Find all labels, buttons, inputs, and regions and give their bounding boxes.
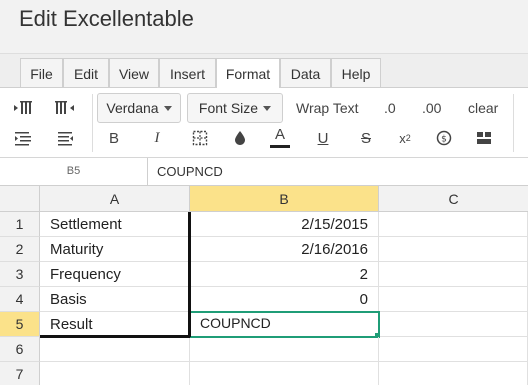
title-bar: Edit Excellentable <box>0 0 528 54</box>
bold-button[interactable]: B <box>103 127 125 149</box>
fill-color-icon[interactable] <box>229 127 251 149</box>
indent-increase-icon[interactable] <box>10 96 36 120</box>
format-toolbar: Verdana Font Size Wrap Text .0 .00 clear… <box>0 88 528 158</box>
spreadsheet-grid: A B C 1 Settlement 2/15/2015 2 Maturity … <box>0 186 528 385</box>
column-header-a[interactable]: A <box>40 186 190 212</box>
row-header-2[interactable]: 2 <box>0 237 40 262</box>
cell-c1[interactable] <box>379 212 528 237</box>
menu-bar: File Edit View Insert Format Data Help <box>0 54 528 89</box>
toolbar-divider <box>92 94 93 152</box>
font-size-dropdown[interactable]: Font Size <box>187 93 283 123</box>
menu-tab-view[interactable]: View <box>109 58 159 88</box>
font-family-dropdown[interactable]: Verdana <box>97 93 181 123</box>
cell-a2[interactable]: Maturity <box>40 237 190 262</box>
svg-text:$: $ <box>441 135 447 145</box>
cell-c2[interactable] <box>379 237 528 262</box>
cell-c4[interactable] <box>379 287 528 312</box>
select-all-corner[interactable] <box>0 186 40 212</box>
formula-input[interactable]: COUPNCD <box>150 158 528 185</box>
row-header-1[interactable]: 1 <box>0 212 40 237</box>
indent-decrease-icon[interactable] <box>52 96 78 120</box>
cell-a1[interactable]: Settlement <box>40 212 190 237</box>
cell-c3[interactable] <box>379 262 528 287</box>
cell-a3[interactable]: Frequency <box>40 262 190 287</box>
decrease-decimal-button[interactable]: .0 <box>384 100 396 116</box>
window-title: Edit Excellentable <box>19 6 194 31</box>
wrap-text-button[interactable]: Wrap Text <box>296 100 359 116</box>
row-header-6[interactable]: 6 <box>0 337 40 362</box>
cell-a7[interactable] <box>40 362 190 385</box>
row-header-7[interactable]: 7 <box>0 362 40 385</box>
align-right-outdent-icon[interactable] <box>52 126 78 150</box>
cell-b2[interactable]: 2/16/2016 <box>190 237 379 262</box>
menu-tab-edit[interactable]: Edit <box>63 58 109 88</box>
superscript-button[interactable]: x2 <box>394 127 416 149</box>
cell-b7[interactable] <box>190 362 379 385</box>
cell-c6[interactable] <box>379 337 528 362</box>
text-color-swatch <box>270 145 290 148</box>
currency-format-icon[interactable]: $ <box>433 127 455 149</box>
range-border-bottom <box>40 335 190 338</box>
text-color-label: A <box>274 126 285 143</box>
font-size-value: Font Size <box>198 100 259 116</box>
superscript-exp: 2 <box>405 133 411 143</box>
column-header-b[interactable]: B <box>190 186 379 212</box>
chevron-down-icon <box>263 105 272 111</box>
row-header-3[interactable]: 3 <box>0 262 40 287</box>
cell-c7[interactable] <box>379 362 528 385</box>
text-color-button[interactable]: A <box>268 124 292 150</box>
cell-c5[interactable] <box>380 312 528 337</box>
formula-bar: B5 COUPNCD <box>0 158 528 186</box>
cell-b4[interactable]: 0 <box>190 287 379 312</box>
underline-button[interactable]: U <box>312 127 334 149</box>
menu-tab-help[interactable]: Help <box>331 58 381 88</box>
increase-decimal-button[interactable]: .00 <box>422 100 441 116</box>
cell-b3[interactable]: 2 <box>190 262 379 287</box>
align-left-indent-icon[interactable] <box>10 126 36 150</box>
column-header-c[interactable]: C <box>379 186 528 212</box>
row-header-4[interactable]: 4 <box>0 287 40 312</box>
cell-a5[interactable]: Result <box>40 312 190 337</box>
merge-cells-icon[interactable] <box>473 127 495 149</box>
menu-tab-file[interactable]: File <box>20 58 63 88</box>
menu-tab-insert[interactable]: Insert <box>159 58 216 88</box>
font-family-value: Verdana <box>106 100 159 116</box>
menu-tab-format[interactable]: Format <box>216 58 280 89</box>
cell-b1[interactable]: 2/15/2015 <box>190 212 379 237</box>
clear-button[interactable]: clear <box>468 100 498 116</box>
cell-reference-box[interactable]: B5 <box>0 158 148 185</box>
cell-a6[interactable] <box>40 337 190 362</box>
menu-tab-data[interactable]: Data <box>280 58 331 88</box>
strikethrough-button[interactable]: S <box>355 127 377 149</box>
cell-b6[interactable] <box>190 337 379 362</box>
range-border-right <box>188 212 191 337</box>
italic-button[interactable]: I <box>147 127 167 149</box>
row-header-5[interactable]: 5 <box>0 312 40 337</box>
cell-a4[interactable]: Basis <box>40 287 190 312</box>
toolbar-divider <box>513 94 514 152</box>
borders-icon[interactable] <box>189 127 211 149</box>
active-cell-b5[interactable]: COUPNCD <box>189 311 380 338</box>
chevron-down-icon <box>163 105 172 111</box>
